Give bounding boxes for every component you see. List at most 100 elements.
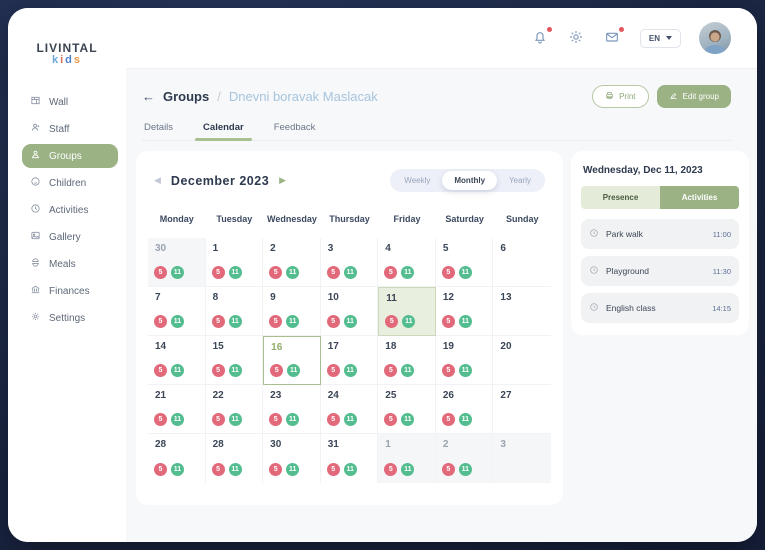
calendar-day-cell[interactable]: 25511	[378, 385, 436, 434]
calendar-day-cell[interactable]: 3511	[321, 238, 379, 287]
present-count-badge: 11	[171, 266, 184, 279]
day-detail-panel: Wednesday, Dec 11, 2023 PresenceActiviti…	[571, 151, 749, 335]
activity-row[interactable]: Park walk11:00	[581, 219, 739, 249]
view-option-yearly[interactable]: Yearly	[497, 171, 543, 190]
day-badges: 511	[385, 315, 415, 328]
calendar-day-cell[interactable]: 14511	[148, 336, 206, 385]
brand-kids: kids	[8, 55, 126, 67]
present-count-badge: 11	[344, 413, 357, 426]
messages-button[interactable]	[604, 29, 622, 47]
tab-details[interactable]: Details	[142, 122, 175, 140]
calendar-day-cell[interactable]: 1511	[378, 434, 436, 483]
sidebar-item-label: Activities	[49, 205, 88, 216]
calendar-day-cell[interactable]: 3	[493, 434, 551, 483]
settings-button[interactable]	[568, 29, 586, 47]
calendar-day-cell[interactable]: 15511	[206, 336, 264, 385]
absent-count-badge: 5	[327, 315, 340, 328]
sidebar-item-meals[interactable]: Meals	[22, 252, 118, 276]
activity-row[interactable]: Playground11:30	[581, 256, 739, 286]
notifications-button[interactable]	[532, 29, 550, 47]
day-number: 18	[385, 341, 435, 352]
next-month-button[interactable]: ▶	[279, 176, 286, 185]
weekday-label: Wednesday	[263, 214, 321, 238]
day-number: 13	[500, 292, 551, 303]
day-badges: 511	[269, 266, 299, 279]
sidebar-item-wall[interactable]: Wall	[22, 90, 118, 114]
absent-count-badge: 5	[442, 364, 455, 377]
sidebar-item-settings[interactable]: Settings	[22, 306, 118, 330]
day-panel-tab-presence[interactable]: Presence	[581, 186, 660, 209]
calendar-day-cell[interactable]: 7511	[148, 287, 206, 336]
calendar-day-cell[interactable]: 24511	[321, 385, 379, 434]
sidebar-item-staff[interactable]: Staff	[22, 117, 118, 141]
print-button[interactable]: Print	[592, 85, 648, 108]
sidebar-item-groups[interactable]: Groups	[22, 144, 118, 168]
calendar-day-cell[interactable]: 30511	[148, 238, 206, 287]
present-count-badge: 11	[171, 463, 184, 476]
calendar-day-cell[interactable]: 10511	[321, 287, 379, 336]
calendar-day-cell[interactable]: 28511	[206, 434, 264, 483]
tab-calendar[interactable]: Calendar	[201, 122, 246, 140]
calendar-day-cell[interactable]: 12511	[436, 287, 494, 336]
calendar-day-cell[interactable]: 26511	[436, 385, 494, 434]
user-avatar[interactable]	[699, 22, 731, 54]
day-badges: 511	[269, 413, 299, 426]
clock-icon	[589, 225, 599, 243]
calendar-day-cell[interactable]: 22511	[206, 385, 264, 434]
calendar-day-cell[interactable]: 31511	[321, 434, 379, 483]
absent-count-badge: 5	[384, 413, 397, 426]
sidebar-item-children[interactable]: Children	[22, 171, 118, 195]
language-selector[interactable]: EN	[640, 29, 681, 48]
day-badges: 511	[327, 315, 357, 328]
absent-count-badge: 5	[154, 266, 167, 279]
day-badges: 511	[154, 364, 184, 377]
calendar-day-cell[interactable]: 13	[493, 287, 551, 336]
calendar-day-cell[interactable]: 1511	[206, 238, 264, 287]
calendar-day-cell[interactable]: 27	[493, 385, 551, 434]
calendar-day-cell[interactable]: 4511	[378, 238, 436, 287]
back-button[interactable]: ←	[142, 90, 155, 103]
tab-feedback[interactable]: Feedback	[272, 122, 318, 140]
calendar-day-cell[interactable]: 2511	[263, 238, 321, 287]
weekday-label: Sunday	[493, 214, 551, 238]
sidebar-item-finances[interactable]: Finances	[22, 279, 118, 303]
absent-count-badge: 5	[212, 315, 225, 328]
calendar-day-cell[interactable]: 8511	[206, 287, 264, 336]
calendar-day-cell[interactable]: 6	[493, 238, 551, 287]
absent-count-badge: 5	[327, 413, 340, 426]
sidebar-item-activities[interactable]: Activities	[22, 198, 118, 222]
edit-group-button[interactable]: Edit group	[657, 85, 731, 108]
breadcrumb-root[interactable]: Groups	[163, 89, 209, 104]
calendar-day-cell[interactable]: 18511	[378, 336, 436, 385]
calendar-day-cell[interactable]: 9511	[263, 287, 321, 336]
activity-list: Park walk11:00 Playground11:30 English cla…	[581, 219, 739, 323]
calendar-day-cell[interactable]: 5511	[436, 238, 494, 287]
calendar-day-cell[interactable]: 19511	[436, 336, 494, 385]
activity-row[interactable]: English class14:15	[581, 293, 739, 323]
prev-month-button[interactable]: ◀	[154, 176, 161, 185]
activity-time: 14:15	[712, 304, 731, 313]
day-badges: 511	[384, 463, 414, 476]
page-header: ← Groups / Dnevni boravak Maslacak Print…	[142, 85, 731, 108]
view-option-weekly[interactable]: Weekly	[392, 171, 442, 190]
absent-count-badge: 5	[384, 463, 397, 476]
children-icon	[30, 176, 41, 190]
calendar-day-cell[interactable]: 16511	[263, 336, 321, 385]
absent-count-badge: 5	[442, 266, 455, 279]
sidebar-item-gallery[interactable]: Gallery	[22, 225, 118, 249]
calendar-day-cell[interactable]: 28511	[148, 434, 206, 483]
present-count-badge: 11	[459, 315, 472, 328]
calendar-day-cell[interactable]: 20	[493, 336, 551, 385]
month-navigation: ◀ December 2023 ▶	[154, 174, 286, 188]
calendar-day-cell[interactable]: 30511	[263, 434, 321, 483]
calendar-day-cell[interactable]: 2511	[436, 434, 494, 483]
calendar-day-cell[interactable]: 23511	[263, 385, 321, 434]
day-number: 1	[213, 243, 263, 254]
day-badges: 511	[442, 364, 472, 377]
view-option-monthly[interactable]: Monthly	[442, 171, 497, 190]
calendar-day-cell[interactable]: 11511	[378, 287, 436, 336]
calendar-day-cell[interactable]: 21511	[148, 385, 206, 434]
day-panel-tab-activities[interactable]: Activities	[660, 186, 739, 209]
present-count-badge: 11	[286, 266, 299, 279]
calendar-day-cell[interactable]: 17511	[321, 336, 379, 385]
